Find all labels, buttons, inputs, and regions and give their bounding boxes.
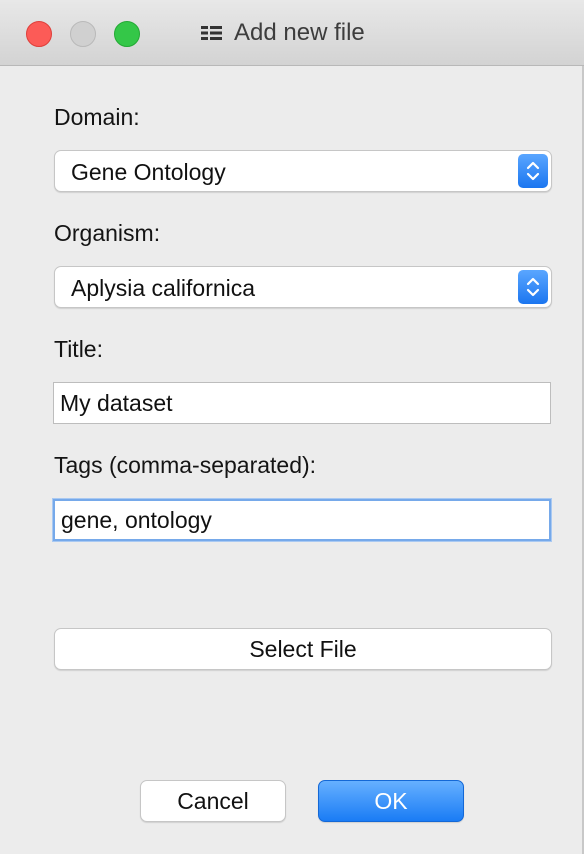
window-title: Add new file	[234, 19, 365, 46]
organism-select-stepper[interactable]	[518, 270, 548, 304]
tags-field[interactable]	[53, 499, 551, 541]
organism-select[interactable]: Aplysia californica	[54, 266, 552, 308]
add-new-file-dialog: Add new file Domain: Gene Ontology Organ…	[0, 0, 584, 854]
zoom-window-button[interactable]	[114, 21, 140, 47]
cancel-button[interactable]: Cancel	[140, 780, 286, 822]
document-icon	[201, 26, 222, 40]
title-input[interactable]	[54, 383, 550, 423]
ok-button[interactable]: OK	[318, 780, 464, 822]
close-window-button[interactable]	[26, 21, 52, 47]
title-label: Title:	[54, 336, 103, 362]
tags-input[interactable]	[55, 501, 549, 539]
organism-select-value: Aplysia californica	[71, 275, 256, 301]
title-field[interactable]	[53, 382, 551, 424]
domain-select-stepper[interactable]	[518, 154, 548, 188]
chevron-up-down-icon	[526, 161, 540, 181]
domain-select-value: Gene Ontology	[71, 159, 226, 185]
title-bar[interactable]: Add new file	[0, 0, 584, 66]
tags-label: Tags (comma-separated):	[54, 452, 317, 478]
chevron-up-down-icon	[526, 277, 540, 297]
select-file-button[interactable]: Select File	[54, 628, 552, 670]
organism-label: Organism:	[54, 220, 161, 246]
domain-select[interactable]: Gene Ontology	[54, 150, 552, 192]
window-title-group: Add new file	[200, 0, 365, 66]
minimize-window-button[interactable]	[70, 21, 96, 47]
domain-label: Domain:	[54, 104, 140, 130]
